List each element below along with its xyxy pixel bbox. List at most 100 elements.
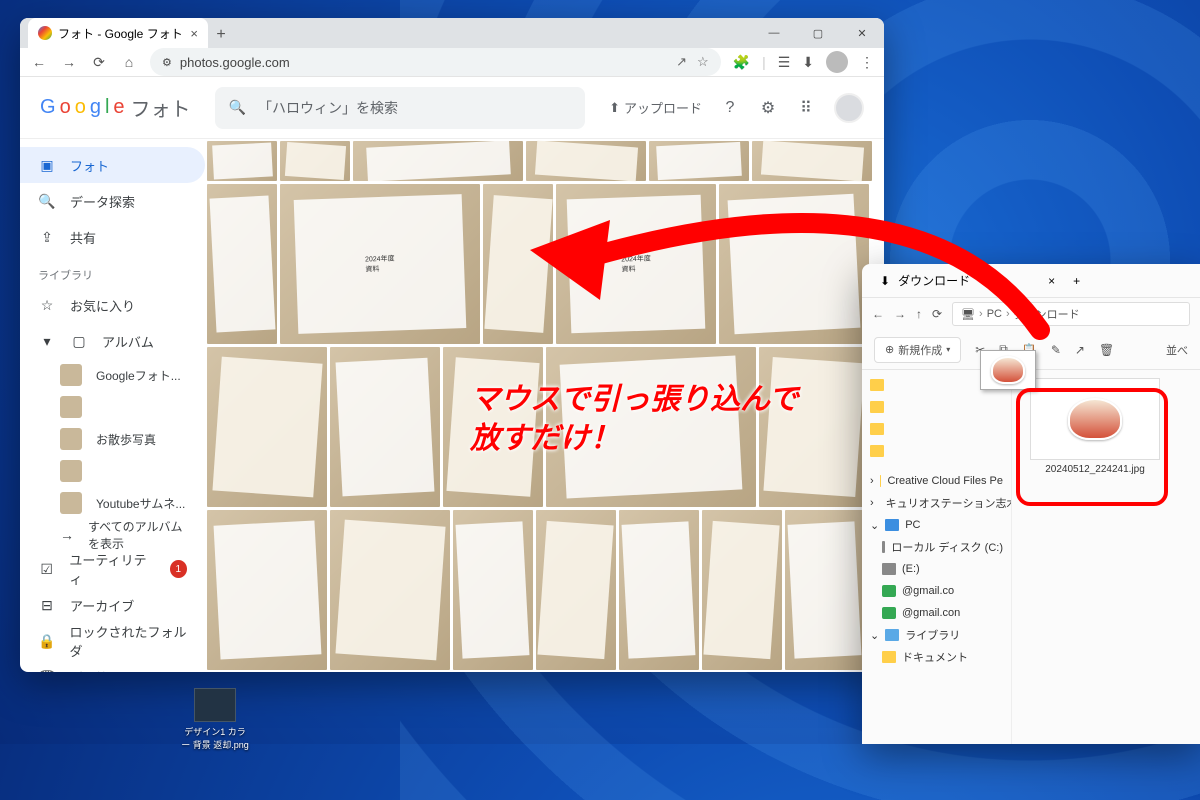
share-icon[interactable]: ↗ [1075,343,1085,357]
back-icon[interactable]: ← [872,307,884,321]
account-avatar[interactable] [834,93,864,123]
tab-close-icon[interactable]: × [190,26,198,41]
sidebar-item-photos[interactable]: ▣フォト [20,147,205,183]
tree-item[interactable]: @gmail.con [864,602,1009,624]
window-minimize-button[interactable]: — [752,18,796,48]
sidebar-album-showall[interactable]: →すべてのアルバムを表示 [20,519,205,551]
photo-thumb[interactable] [536,510,616,670]
sidebar-item-archive[interactable]: ⊟アーカイブ [20,587,205,623]
sidebar-album-item[interactable]: Youtubeサムネ... [20,487,205,519]
tree-item[interactable]: @gmail.co [864,580,1009,602]
file-thumbnail [1030,378,1160,460]
photo-thumb[interactable] [280,184,480,344]
photo-thumb[interactable] [785,510,865,670]
tree-item[interactable]: ドキュメント [864,646,1009,668]
sidebar-item-locked[interactable]: 🔒ロックされたフォルダ [20,623,205,659]
photo-thumb[interactable] [702,510,782,670]
close-icon[interactable]: × [1048,274,1055,288]
photo-thumb[interactable] [330,347,440,507]
photo-thumb[interactable] [207,141,277,181]
tree-item[interactable] [864,440,1009,462]
tree-item-drive[interactable]: ローカル ディスク (C:) [864,536,1009,558]
photo-thumb[interactable] [207,347,327,507]
photo-thumb[interactable] [207,184,277,344]
sidebar-item-trash[interactable]: 🗑ゴミ箱 [20,659,205,672]
settings-icon[interactable]: ⚙ [758,98,778,118]
new-tab-icon[interactable]: + [1073,274,1080,288]
photo-thumb[interactable] [556,184,716,344]
reload-icon[interactable]: ⟳ [932,307,942,321]
profile-avatar[interactable] [826,51,848,73]
home-icon[interactable]: ⌂ [120,54,138,70]
photo-thumb[interactable] [280,141,350,181]
photo-thumb[interactable] [483,184,553,344]
album-thumb [60,492,82,514]
search-input[interactable]: 🔍 「ハロウィン」を検索 [215,87,586,129]
photo-thumb[interactable] [719,184,869,344]
photo-grid[interactable] [205,139,884,672]
tree-item-pc[interactable]: ⌄ PC [864,514,1009,536]
forward-icon[interactable]: → [60,54,78,70]
new-button[interactable]: ⊕新規作成▾ [874,337,961,363]
site-info-icon[interactable]: ⚙ [162,56,172,69]
menu-icon[interactable]: ⋮ [860,54,874,71]
sidebar-item-utilities[interactable]: ☑ユーティリティ1 [20,551,205,587]
file-item[interactable]: 20240512_224241.jpg [1020,378,1170,475]
tree-item[interactable] [864,396,1009,418]
apps-icon[interactable]: ⠿ [796,98,816,118]
extension-icon[interactable]: 🧩 [733,54,750,71]
reading-list-icon[interactable]: ☰ [778,54,791,71]
photo-thumb[interactable] [443,347,543,507]
explorer-files-pane[interactable]: 20240512_224241.jpg [1012,370,1200,744]
utilities-icon: ☑ [38,561,55,578]
photo-thumb[interactable] [453,510,533,670]
window-maximize-button[interactable]: ▢ [796,18,840,48]
tree-item-library[interactable]: ⌄ ライブラリ [864,624,1009,646]
back-icon[interactable]: ← [30,54,48,70]
new-tab-button[interactable]: + [208,22,234,48]
explore-icon: 🔍 [38,193,56,210]
reload-icon[interactable]: ⟳ [90,54,108,71]
photo-thumb[interactable] [526,141,646,181]
tree-item[interactable]: › Creative Cloud Files Pe [864,470,1009,492]
sidebar-item-explore[interactable]: 🔍データ探索 [20,183,205,219]
tree-item[interactable]: › キュリオステーション志木店 [864,492,1009,514]
delete-icon[interactable]: 🗑 [1099,343,1114,357]
bookmark-icon[interactable]: ☆ [697,54,709,70]
sidebar-album-item[interactable]: お散歩写真 [20,423,205,455]
photo-thumb[interactable] [752,141,872,181]
browser-tab[interactable]: フォト - Google フォト × [28,18,208,48]
sidebar-item-albums[interactable]: ▾▢アルバム [20,323,205,359]
rename-icon[interactable]: ✎ [1051,343,1061,357]
forward-icon[interactable]: → [894,307,906,321]
breadcrumb[interactable]: 🖥› PC› ダウンロード [952,302,1190,326]
window-close-button[interactable]: ✕ [840,18,884,48]
sidebar-album-item[interactable] [20,455,205,487]
sidebar-album-item[interactable] [20,391,205,423]
tree-item[interactable] [864,418,1009,440]
explorer-tab[interactable]: ⬇ ダウンロード × [870,272,1065,289]
desktop-icon[interactable]: デザイン1 カラー 背景 返却.png [180,688,250,751]
photo-thumb[interactable] [546,347,756,507]
photo-thumb[interactable] [330,510,450,670]
sidebar-item-sharing[interactable]: ⇪共有 [20,219,205,255]
explorer-tree: › Creative Cloud Files Pe › キュリオステーション志木… [862,370,1012,744]
help-icon[interactable]: ? [720,99,740,117]
download-icon[interactable]: ⬇ [802,54,814,71]
photo-thumb[interactable] [759,347,869,507]
upload-button[interactable]: ⬆ アップロード [609,98,702,117]
sort-button[interactable]: 並べ [1166,342,1188,358]
library-icon [885,629,899,641]
share-icon[interactable]: ↗ [676,54,687,70]
google-photos-logo[interactable]: Google フォト [40,93,191,122]
photo-thumb[interactable] [619,510,699,670]
photo-thumb[interactable] [649,141,749,181]
tree-item-drive[interactable]: (E:) [864,558,1009,580]
photo-thumb[interactable] [353,141,523,181]
up-icon[interactable]: ↑ [916,307,922,321]
sidebar-item-favorites[interactable]: ☆お気に入り [20,287,205,323]
download-icon: ⬇ [880,274,890,288]
photo-thumb[interactable] [207,510,327,670]
url-box[interactable]: ⚙ photos.google.com ↗ ☆ [150,48,721,76]
sidebar-album-item[interactable]: Googleフォト... [20,359,205,391]
